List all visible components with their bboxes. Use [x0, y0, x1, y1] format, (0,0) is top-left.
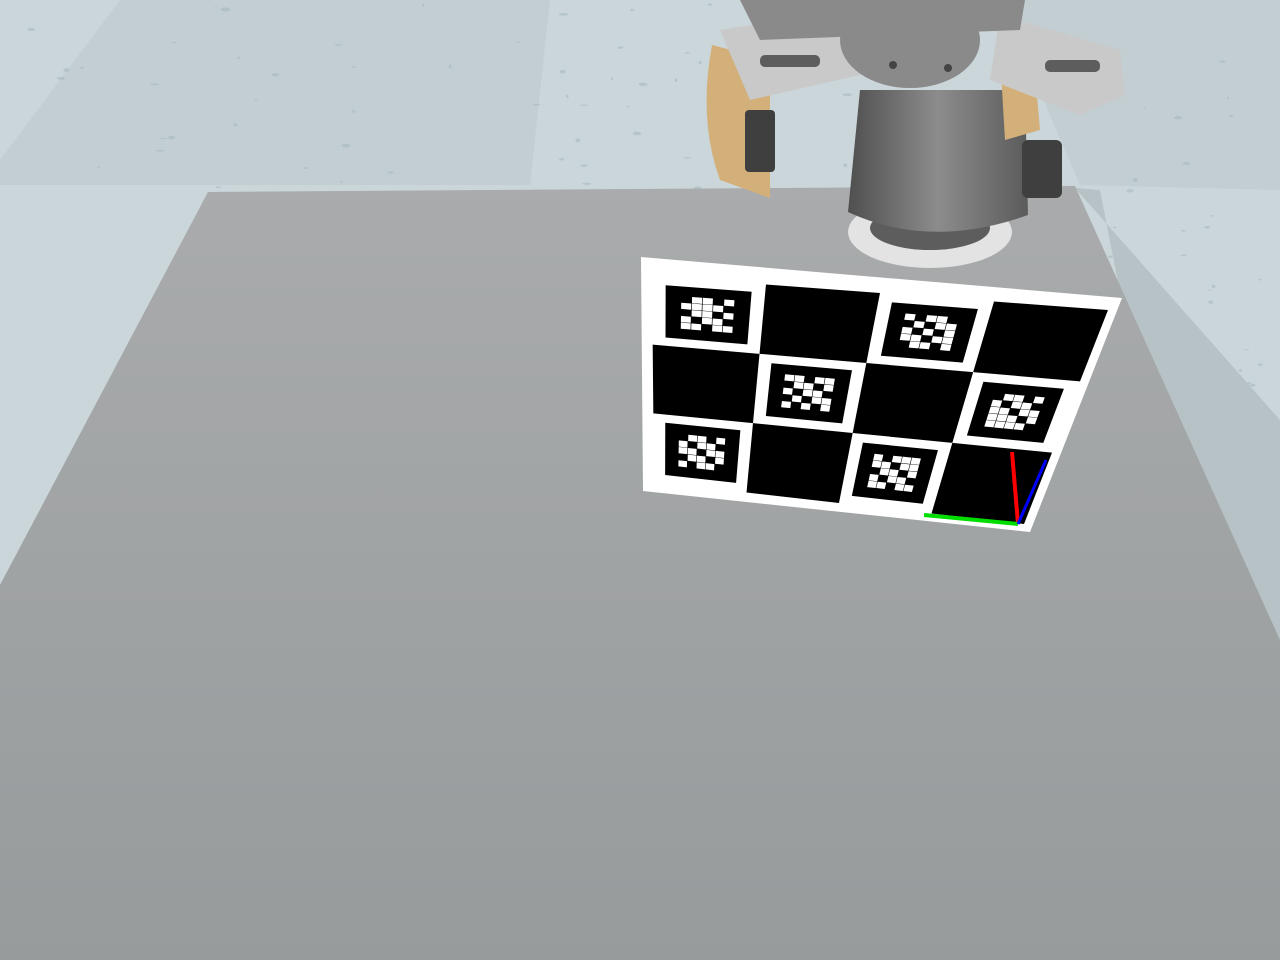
aruco-marker [665, 422, 741, 483]
board-square [852, 363, 974, 443]
simulation-viewport[interactable] [0, 0, 1280, 960]
board-square [746, 423, 853, 503]
board-square [759, 284, 880, 363]
board-square [652, 344, 760, 424]
